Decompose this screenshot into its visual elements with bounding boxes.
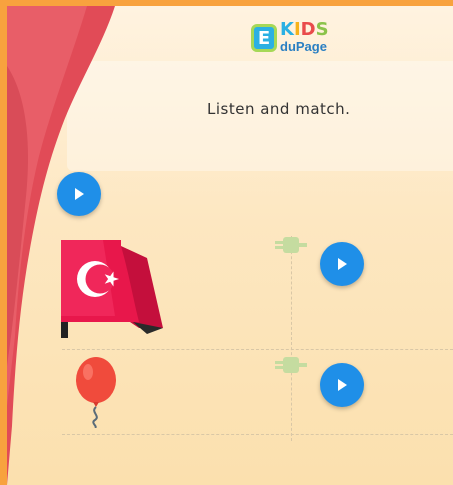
logo-letter-s: S: [315, 19, 329, 40]
connector-plug-icon[interactable]: [273, 233, 309, 257]
flag-play-button[interactable]: [320, 242, 364, 286]
play-icon: [75, 188, 84, 200]
red-balloon-icon[interactable]: [73, 356, 119, 428]
column-divider: [291, 236, 292, 441]
balloon-play-button[interactable]: [320, 363, 364, 407]
row-divider-bottom: [62, 434, 453, 435]
logo-letter-i: I: [293, 19, 301, 40]
activity-canvas: E KIDS duPage Listen and match.: [7, 6, 453, 485]
logo-letter-k: K: [280, 19, 294, 40]
logo-word: KIDS: [280, 20, 329, 40]
play-icon: [338, 258, 347, 270]
logo-letter-d: D: [300, 19, 316, 40]
kids-dupage-logo: E KIDS duPage: [251, 20, 341, 62]
logo-subtitle: duPage: [280, 39, 327, 54]
instruction-text: Listen and match.: [207, 100, 351, 118]
turkish-flag-icon[interactable]: [59, 234, 167, 342]
logo-letter-box: E: [251, 24, 277, 52]
connector-plug-icon[interactable]: [273, 353, 309, 377]
prompt-play-button[interactable]: [57, 172, 101, 216]
row-divider: [62, 349, 453, 350]
play-icon: [338, 379, 347, 391]
